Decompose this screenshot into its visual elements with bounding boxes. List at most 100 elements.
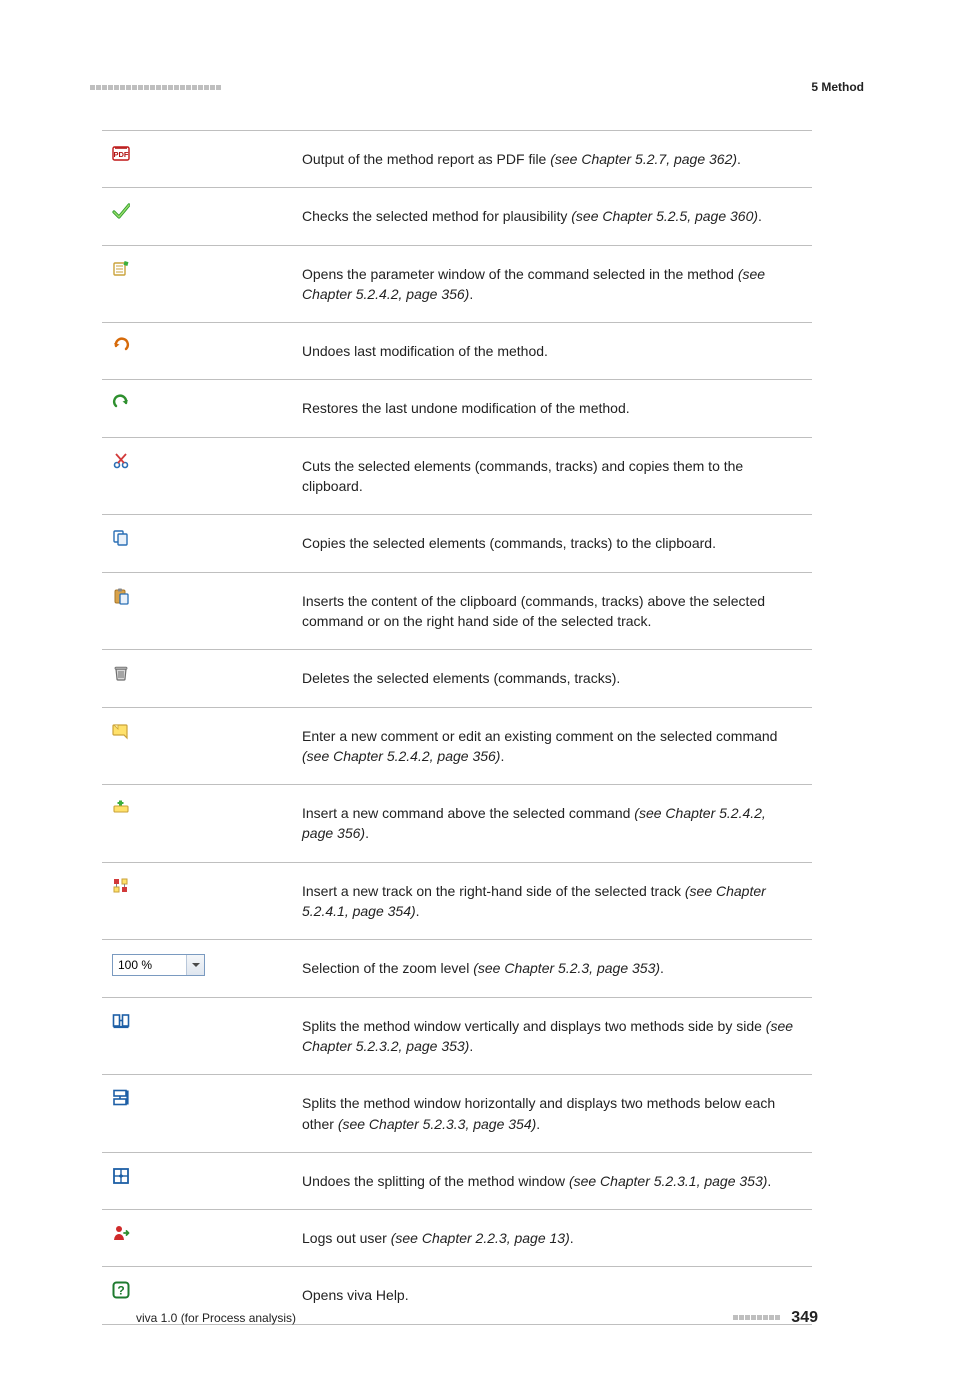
description-cell: Undoes last modification of the method.: [302, 323, 812, 379]
icon-cell: [102, 246, 302, 323]
properties-icon: [112, 260, 130, 278]
description-tail: .: [500, 748, 504, 764]
check-icon: [112, 202, 130, 220]
icon-cell: [102, 863, 302, 940]
insert-track-icon: [112, 877, 130, 895]
description-tail: .: [416, 903, 420, 919]
description-text: Logs out user: [302, 1230, 391, 1246]
insert-cmd-icon: [112, 799, 130, 817]
redo-icon: [112, 394, 130, 412]
unsplit-icon: [112, 1167, 130, 1185]
description-text: Opens viva Help.: [302, 1287, 409, 1303]
cut-icon: [112, 452, 130, 470]
description-text: Deletes the selected elements (commands,…: [302, 670, 620, 686]
table-row: Enter a new comment or edit an existing …: [102, 708, 812, 786]
description-cell: Selection of the zoom level (see Chapter…: [302, 940, 812, 996]
help-icon: ?: [112, 1281, 130, 1299]
pdf-icon: PDF: [112, 145, 130, 163]
table-row: Undoes the splitting of the method windo…: [102, 1153, 812, 1210]
description-cell: Deletes the selected elements (commands,…: [302, 650, 812, 706]
description-text: Enter a new comment or edit an existing …: [302, 728, 777, 744]
description-tail: .: [469, 1038, 473, 1054]
chevron-down-icon: [192, 963, 200, 967]
description-reference: (see Chapter 5.2.3.1, page 353): [569, 1173, 767, 1189]
icon-cell: [102, 380, 302, 436]
split-v-icon: [112, 1012, 130, 1030]
icon-cell: [102, 785, 302, 862]
description-cell: Enter a new comment or edit an existing …: [302, 708, 812, 785]
table-row: Cuts the selected elements (commands, tr…: [102, 438, 812, 516]
description-cell: Inserts the content of the clipboard (co…: [302, 573, 812, 650]
logout-icon: [112, 1224, 130, 1242]
footer-product: viva 1.0 (for Process analysis): [136, 1311, 296, 1325]
description-tail: .: [365, 825, 369, 841]
description-cell: Output of the method report as PDF file …: [302, 131, 812, 187]
icon-cell: PDF: [102, 131, 302, 187]
icon-cell: [102, 515, 302, 571]
icon-cell: [102, 573, 302, 650]
table-row: 100 % Selection of the zoom level (see C…: [102, 940, 812, 997]
table-row: Splits the method window vertically and …: [102, 998, 812, 1076]
description-reference: (see Chapter 5.2.5, page 360): [571, 208, 758, 224]
description-cell: Checks the selected method for plausibil…: [302, 188, 812, 244]
description-cell: Opens the parameter window of the comman…: [302, 246, 812, 323]
description-reference: (see Chapter 5.2.4.2, page 356): [302, 748, 500, 764]
description-tail: .: [758, 208, 762, 224]
description-cell: Copies the selected elements (commands, …: [302, 515, 812, 571]
description-text: Insert a new command above the selected …: [302, 805, 634, 821]
zoom-value: 100 %: [113, 955, 186, 975]
description-reference: (see Chapter 2.2.3, page 13): [391, 1230, 570, 1246]
table-row: Opens the parameter window of the comman…: [102, 246, 812, 324]
split-h-icon: [112, 1089, 130, 1107]
description-text: Insert a new track on the right-hand sid…: [302, 883, 685, 899]
paste-icon: [112, 587, 130, 605]
footer-decoration: [733, 1315, 781, 1320]
icon-cell: [102, 1153, 302, 1209]
table-row: PDF Output of the method report as PDF fi…: [102, 131, 812, 188]
description-text: Output of the method report as PDF file: [302, 151, 550, 167]
description-cell: Splits the method window vertically and …: [302, 998, 812, 1075]
table-row: Splits the method window horizontally an…: [102, 1075, 812, 1153]
description-text: Copies the selected elements (commands, …: [302, 535, 716, 551]
description-tail: .: [737, 151, 741, 167]
description-tail: .: [536, 1116, 540, 1132]
description-cell: Logs out user (see Chapter 2.2.3, page 1…: [302, 1210, 812, 1266]
description-reference: (see Chapter 5.2.3, page 353): [473, 960, 660, 976]
header-decoration-left: [90, 85, 222, 90]
table-row: Inserts the content of the clipboard (co…: [102, 573, 812, 651]
description-cell: Undoes the splitting of the method windo…: [302, 1153, 812, 1209]
description-reference: (see Chapter 5.2.3.3, page 354): [338, 1116, 536, 1132]
table-row: Deletes the selected elements (commands,…: [102, 650, 812, 707]
description-tail: .: [767, 1173, 771, 1189]
table-row: Copies the selected elements (commands, …: [102, 515, 812, 572]
description-cell: Insert a new track on the right-hand sid…: [302, 863, 812, 940]
icon-cell: 100 %: [102, 940, 302, 996]
zoom-select[interactable]: 100 %: [112, 954, 205, 976]
table-row: Restores the last undone modification of…: [102, 380, 812, 437]
description-text: Inserts the content of the clipboard (co…: [302, 593, 765, 629]
description-tail: .: [570, 1230, 574, 1246]
table-row: Logs out user (see Chapter 2.2.3, page 1…: [102, 1210, 812, 1267]
page-header: 5 Method: [90, 78, 864, 96]
icon-cell: [102, 438, 302, 515]
icon-cell: [102, 708, 302, 785]
table-row: Undoes last modification of the method.: [102, 323, 812, 380]
description-cell: Splits the method window horizontally an…: [302, 1075, 812, 1152]
icon-cell: [102, 323, 302, 379]
description-text: Splits the method window vertically and …: [302, 1018, 766, 1034]
description-text: Selection of the zoom level: [302, 960, 473, 976]
description-text: Undoes last modification of the method.: [302, 343, 548, 359]
copy-icon: [112, 529, 130, 547]
undo-icon: [112, 337, 130, 355]
description-cell: Restores the last undone modification of…: [302, 380, 812, 436]
icon-cell: [102, 650, 302, 706]
table-row: Insert a new track on the right-hand sid…: [102, 863, 812, 941]
zoom-dropdown-button[interactable]: [186, 955, 204, 975]
description-text: Restores the last undone modification of…: [302, 400, 630, 416]
icon-cell: [102, 998, 302, 1075]
description-text: Checks the selected method for plausibil…: [302, 208, 571, 224]
description-text: Cuts the selected elements (commands, tr…: [302, 458, 743, 494]
description-cell: Cuts the selected elements (commands, tr…: [302, 438, 812, 515]
table-row: Insert a new command above the selected …: [102, 785, 812, 863]
page-footer: viva 1.0 (for Process analysis) 349: [90, 1309, 864, 1327]
